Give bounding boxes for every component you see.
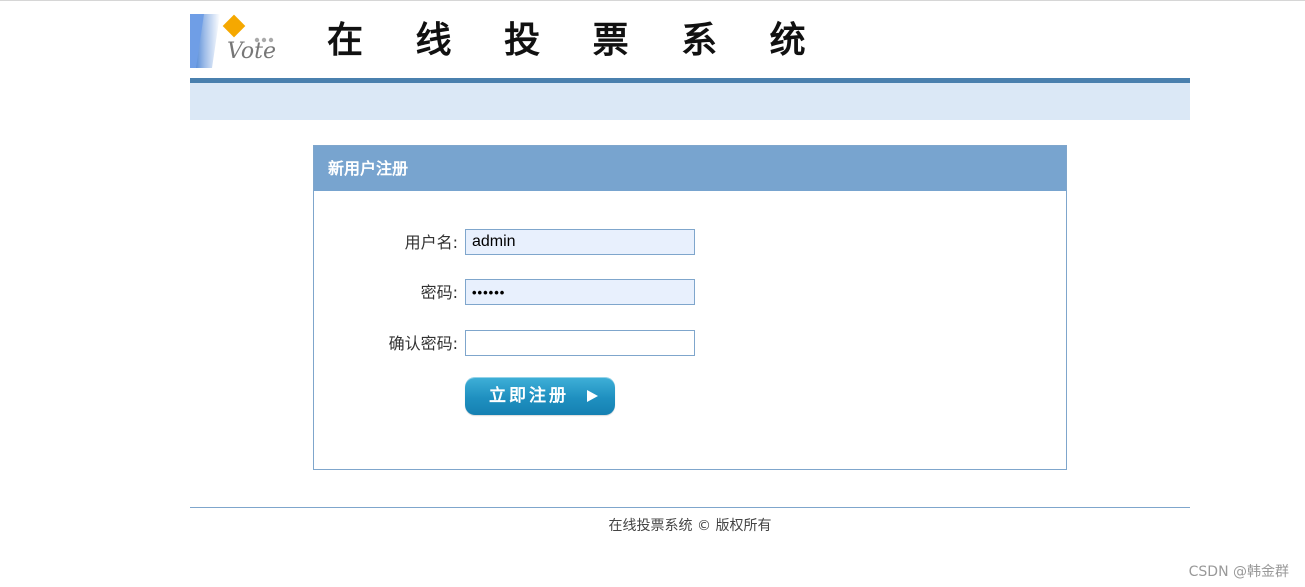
top-divider (0, 0, 1305, 1)
password-label: 密码: (420, 283, 458, 302)
register-button[interactable]: 立即注册 (465, 377, 615, 415)
username-label: 用户名: (404, 233, 458, 252)
panel-heading: 新用户注册 (314, 146, 1066, 191)
vote-logo: Vote (190, 14, 282, 68)
footer-divider (190, 507, 1190, 508)
password-input[interactable] (465, 279, 695, 305)
confirm-password-row: 确认密码: (314, 330, 1066, 358)
register-button-label: 立即注册 (489, 386, 569, 406)
username-row: 用户名: (314, 229, 1066, 257)
play-arrow-icon (587, 390, 598, 402)
nav-band (190, 83, 1190, 120)
site-header: Vote 在 线 投 票 系 统 (190, 12, 1190, 70)
footer-copyright: 在线投票系统 © 版权所有 (608, 518, 772, 534)
confirm-password-label: 确认密码: (388, 334, 458, 353)
password-row: 密码: (314, 279, 1066, 307)
svg-text:Vote: Vote (227, 39, 276, 64)
confirm-password-input[interactable] (465, 330, 695, 356)
csdn-watermark: CSDN @韩金群 (1188, 564, 1289, 580)
site-title: 在 线 投 票 系 统 (327, 19, 826, 61)
username-input[interactable] (465, 229, 695, 255)
register-panel: 新用户注册 用户名: 密码: 确认密码: 立即注册 (313, 145, 1067, 470)
